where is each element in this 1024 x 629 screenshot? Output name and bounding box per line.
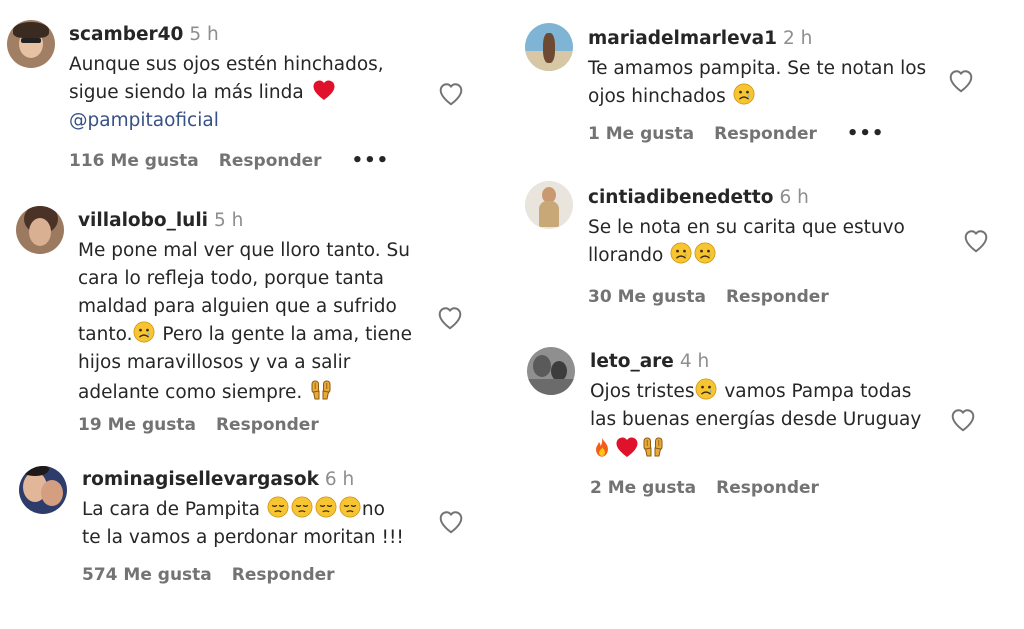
raised-hands-emoji-icon [641,434,665,458]
avatar[interactable] [525,23,573,71]
comment-time: 6 h [779,187,809,208]
reply-button[interactable]: Responder [716,477,819,499]
like-heart-icon[interactable] [437,306,463,330]
comment-username[interactable]: villalobo_luli [78,210,208,231]
comment-line: Aunque sus ojos estén hinchados, [69,54,384,75]
raised-hands-emoji-icon [309,377,333,401]
like-heart-icon[interactable] [948,69,974,93]
sad-face-emoji-icon [694,242,716,264]
comment-line: llorando [588,245,670,266]
comment-line: La cara de Pampita [82,499,266,520]
comment-line: las buenas energías desde Uruguay [590,409,922,430]
comment-username[interactable]: rominagisellevargasok [82,469,319,490]
comment-time: 5 h [214,210,244,231]
comment-line: maldad para alguien que a sufrido [78,296,397,317]
reply-button[interactable]: Responder [216,414,319,436]
more-options-icon[interactable]: ••• [847,123,885,145]
reply-button[interactable]: Responder [219,150,322,172]
comment-text: Se le nota en su carita que estuvo llora… [588,214,905,270]
pensive-face-emoji-icon [291,496,313,518]
like-count[interactable]: 116 Me gusta [69,150,199,172]
comment-time: 6 h [324,469,355,490]
reply-button[interactable]: Responder [714,123,817,145]
mention-link[interactable]: @pampitaoficial [69,107,384,135]
comment-time: 2 h [783,28,813,49]
red-heart-emoji-icon [615,436,639,458]
comment-line: adelante como siempre. [78,382,303,403]
like-count[interactable]: 19 Me gusta [78,414,196,436]
comment-time: 5 h [189,24,219,45]
comment-line: te la vamos a perdonar moritan !!! [82,527,404,548]
comment-time: 4 h [679,351,710,372]
pensive-face-emoji-icon [339,496,361,518]
comment-text: Ojos tristes vamos Pampa todas las buena… [590,378,921,464]
reply-button[interactable]: Responder [726,286,829,308]
pensive-face-emoji-icon [267,496,289,518]
comment-line: Ojos tristes [590,381,695,402]
comment-line: Pero la gente la ama, tiene [156,324,413,345]
comment-line: tanto. [78,324,133,345]
comment-username[interactable]: cintiadibenedetto [588,187,773,208]
like-heart-icon[interactable] [438,510,464,534]
like-count[interactable]: 30 Me gusta [588,286,706,308]
comment-text: Me pone mal ver que lloro tanto. Su cara… [78,237,412,407]
avatar[interactable] [7,20,55,68]
comment-username[interactable]: scamber40 [69,24,183,45]
sad-face-emoji-icon [670,242,692,264]
comment-username[interactable]: leto_are [590,351,674,372]
avatar[interactable] [19,466,67,514]
red-heart-emoji-icon [311,79,337,101]
like-count[interactable]: 1 Me gusta [588,123,694,145]
sad-face-emoji-icon [695,378,717,400]
comment-username[interactable]: mariadelmarleva1 [588,28,777,49]
comment-line: Se le nota en su carita que estuvo [588,217,905,238]
comment-line: hijos maravillosos y va a salir [78,352,351,373]
comment-line: ojos hinchados [588,86,732,107]
avatar[interactable] [525,181,573,229]
avatar[interactable] [16,206,64,254]
comment-line: Me pone mal ver que lloro tanto. Su [78,240,410,261]
fire-emoji-icon [591,436,613,458]
comment-line: sigue siendo la más linda [69,82,304,103]
avatar[interactable] [527,347,575,395]
reply-button[interactable]: Responder [232,564,335,586]
like-heart-icon[interactable] [950,408,976,432]
like-count[interactable]: 574 Me gusta [82,564,212,586]
comment-text: Aunque sus ojos estén hinchados, sigue s… [69,51,384,135]
sad-face-emoji-icon [733,83,755,105]
comment-line: Te amamos pampita. Se te notan los [588,58,927,79]
more-options-icon[interactable]: ••• [352,150,390,172]
like-count[interactable]: 2 Me gusta [590,477,696,499]
like-heart-icon[interactable] [963,229,989,253]
comment-line: no [361,499,385,520]
comment-line: cara lo refleja todo, porque tanta [78,268,385,289]
comment-text: La cara de Pampita no te la vamos a perd… [82,496,404,552]
pensive-face-emoji-icon [315,496,337,518]
comment-text: Te amamos pampita. Se te notan los ojos … [588,55,926,111]
like-heart-icon[interactable] [438,82,464,106]
comment-line: vamos Pampa todas [718,381,912,402]
sad-face-emoji-icon [133,321,155,343]
